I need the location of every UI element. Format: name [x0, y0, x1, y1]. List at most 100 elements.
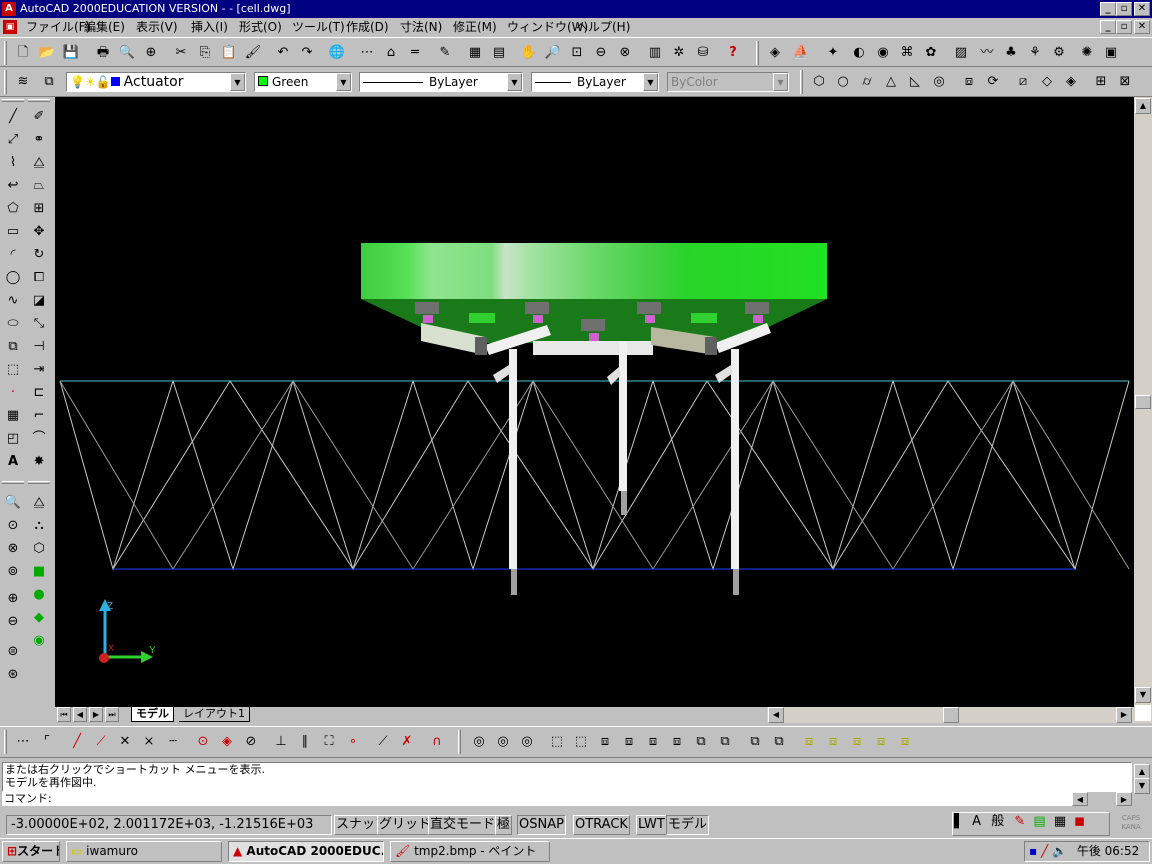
snap-insert-icon[interactable]: ⛶ — [318, 731, 340, 753]
grid-toggle[interactable]: グリッド — [377, 815, 434, 835]
view-top-icon[interactable]: ◎ — [468, 731, 490, 753]
ortho-toggle[interactable]: 直交モード — [428, 815, 498, 835]
toolbar-grip[interactable] — [2, 99, 24, 102]
snap-none-icon[interactable]: ✗ — [396, 731, 418, 753]
ellipse-icon[interactable]: ⬭ — [2, 313, 24, 335]
zoom-scale-icon[interactable]: ⊚ — [2, 561, 24, 583]
view-sw-iso-icon[interactable]: ⧈ — [594, 731, 616, 753]
undo-icon[interactable]: ↶ — [272, 42, 294, 64]
view-front-icon[interactable]: ⬚ — [546, 731, 568, 753]
coordinate-readout[interactable]: -3.00000E+02, 2.001172E+03, -1.21516E+03 — [6, 815, 332, 835]
snap-node-icon[interactable]: ∘ — [342, 731, 364, 753]
mapping-icon[interactable]: ⌘ — [896, 42, 918, 64]
scroll-thumb[interactable] — [943, 707, 959, 723]
tab-prev-icon[interactable]: ◀ — [73, 707, 87, 722]
toolbar-grip[interactable] — [4, 730, 7, 754]
menu-help[interactable]: ヘルプ(H) — [576, 20, 630, 34]
named-view-icon[interactable]: ⧉ — [714, 731, 736, 753]
view-se-iso-icon[interactable]: ⧈ — [618, 731, 640, 753]
menu-tools[interactable]: ツール(T) — [292, 20, 345, 34]
ime-grip-icon[interactable]: ▌ — [954, 814, 964, 829]
tab-last-icon[interactable]: ⏭ — [105, 707, 119, 722]
pan-icon[interactable]: ✋ — [518, 42, 540, 64]
statistics-icon[interactable]: ✺ — [1076, 42, 1098, 64]
snap-extension-icon[interactable]: ┄ — [162, 731, 184, 753]
slice-icon[interactable]: ⧄ — [1012, 71, 1034, 93]
zoom-out-icon[interactable]: ⊖ — [2, 611, 24, 633]
hatch-icon[interactable]: ▦ — [2, 405, 24, 427]
paste-icon[interactable]: 📋 — [218, 42, 240, 64]
zoom-all-icon[interactable]: ⊗ — [614, 42, 636, 64]
render-preferences-icon[interactable]: ⚙ — [1048, 42, 1070, 64]
copy-icon[interactable]: ⎘ — [194, 42, 216, 64]
zoom-window-icon[interactable]: ⊡ — [566, 42, 588, 64]
ucs-3point-icon[interactable]: ⧈ — [846, 731, 868, 753]
snap-apparent-intersection-icon[interactable]: ⨯ — [138, 731, 160, 753]
scroll-left-icon[interactable]: ◀ — [768, 707, 784, 723]
ucs-world-icon[interactable]: ⧉ — [744, 731, 766, 753]
design-center-icon[interactable]: ✲ — [668, 42, 690, 64]
osnap-settings-icon[interactable]: ∩ — [426, 731, 448, 753]
move-icon[interactable]: ✥ — [28, 221, 50, 243]
render-icon[interactable]: ◈ — [764, 42, 786, 64]
make-layer-current-icon[interactable]: ⧉ — [38, 71, 60, 93]
fillet-icon[interactable]: ⌒ — [28, 428, 50, 450]
rectangle-icon[interactable]: ▭ — [2, 221, 24, 243]
stretch-icon[interactable]: ◪ — [28, 290, 50, 312]
dbconnect-icon[interactable]: ⛁ — [692, 42, 714, 64]
landscape-edit-icon[interactable]: ⚘ — [1024, 42, 1046, 64]
setup-view-icon[interactable]: ⊠ — [1114, 71, 1136, 93]
extrude-icon[interactable]: ⧈ — [958, 71, 980, 93]
toolbar-grip[interactable] — [28, 481, 50, 484]
explode-icon[interactable]: ✸ — [28, 451, 50, 473]
scroll-right-icon[interactable]: ▶ — [1116, 707, 1132, 723]
save-icon[interactable]: 💾 — [60, 42, 82, 64]
scroll-left-icon[interactable]: ◀ — [1072, 792, 1088, 806]
network-icon[interactable]: ▪ — [1029, 844, 1037, 858]
print-preview-icon[interactable]: 🔍 — [116, 42, 138, 64]
ucs-zaxis-icon[interactable]: ⧈ — [822, 731, 844, 753]
trim-icon[interactable]: ⊣ — [28, 336, 50, 358]
command-input[interactable]: コマンド: — [2, 792, 1072, 806]
3d-box-icon[interactable]: ⬡ — [28, 538, 50, 560]
box-icon[interactable]: ⬡ — [808, 71, 830, 93]
publish-icon[interactable]: ⊕ — [140, 42, 162, 64]
close-button[interactable]: ✕ — [1134, 2, 1150, 16]
arc-icon[interactable]: ◜ — [2, 244, 24, 266]
tracking-icon[interactable]: ⋯ — [356, 42, 378, 64]
ucs-origin-icon[interactable]: ⧈ — [798, 731, 820, 753]
toolbar-grip[interactable] — [2, 481, 24, 484]
array-icon[interactable]: ⊞ — [28, 198, 50, 220]
shade-cube-icon[interactable]: ■ — [28, 561, 50, 583]
torus-icon[interactable]: ◎ — [928, 71, 950, 93]
toolbar-grip[interactable] — [800, 70, 803, 94]
menu-format[interactable]: 形式(O) — [239, 20, 282, 34]
circle-icon[interactable]: ◯ — [2, 267, 24, 289]
landscape-new-icon[interactable]: ♣ — [1000, 42, 1022, 64]
ime-pad-icon[interactable]: ✎ — [1014, 814, 1025, 829]
chevron-down-icon[interactable]: ▼ — [643, 73, 658, 91]
scroll-up-icon[interactable]: ▲ — [1135, 98, 1151, 114]
menu-file[interactable]: ファイル(F) — [26, 20, 90, 34]
erase-icon[interactable]: ✐ — [28, 106, 50, 128]
view-bottom-icon[interactable]: ◎ — [492, 731, 514, 753]
background-icon[interactable]: ✿ — [920, 42, 942, 64]
print-icon[interactable]: 🖶 — [92, 42, 114, 64]
camera-icon[interactable]: ⧉ — [690, 731, 712, 753]
redo-icon[interactable]: ↷ — [296, 42, 318, 64]
revolve-icon[interactable]: ⟳ — [982, 71, 1004, 93]
point-icon[interactable]: · — [2, 382, 24, 404]
zoom-in-icon[interactable]: ⊕ — [2, 588, 24, 610]
lwt-toggle[interactable]: LWT — [636, 815, 667, 835]
toolbar-grip[interactable] — [458, 730, 461, 754]
toolbar-grip[interactable] — [28, 99, 50, 102]
ime-kanji[interactable]: 般 — [991, 814, 1004, 829]
break-icon[interactable]: ⊏ — [28, 382, 50, 404]
menu-draw[interactable]: 作成(D) — [346, 20, 389, 34]
match-properties-icon[interactable]: 🖌 — [242, 42, 264, 64]
scroll-right-icon[interactable]: ▶ — [1116, 792, 1132, 806]
view-back-icon[interactable]: ⬚ — [570, 731, 592, 753]
materials-library-icon[interactable]: ◉ — [872, 42, 894, 64]
wedge-icon[interactable]: ◺ — [904, 71, 926, 93]
task-paint[interactable]: 🖌 tmp2.bmp - ペイント — [390, 841, 550, 862]
